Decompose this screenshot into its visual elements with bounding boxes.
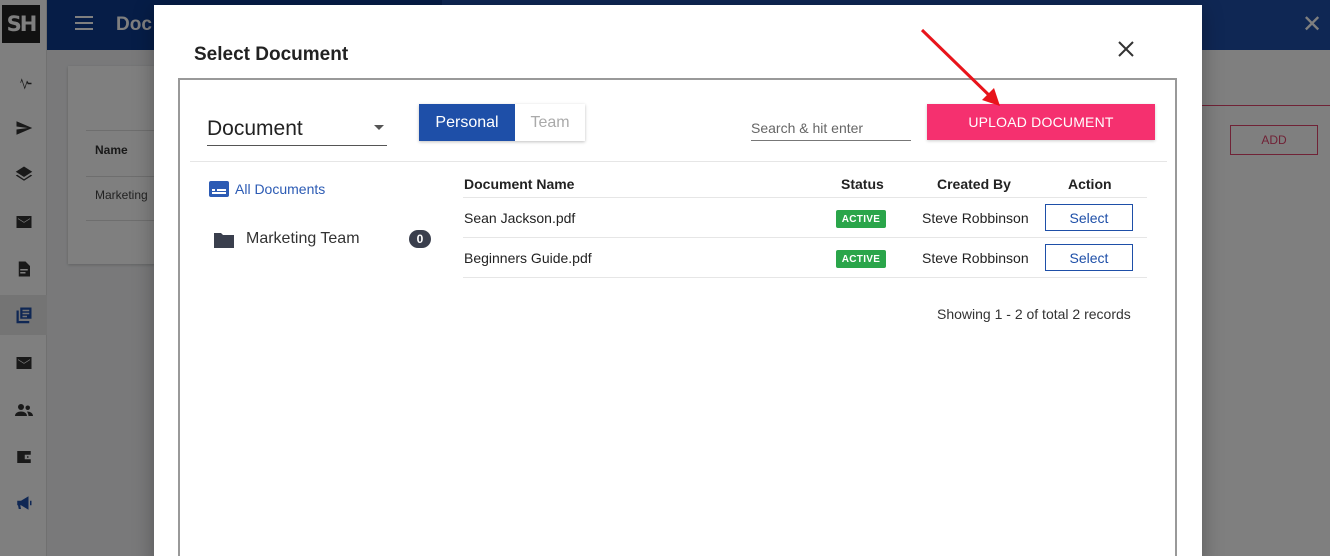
modal-content: Document Personal Team UPLOAD DOCUMENT A… (178, 78, 1177, 556)
document-type-select[interactable]: Document (207, 110, 387, 146)
created-by: Steve Robbinson (922, 250, 1029, 266)
status-badge: ACTIVE (836, 250, 886, 268)
document-name: Beginners Guide.pdf (464, 250, 592, 266)
records-count: Showing 1 - 2 of total 2 records (937, 306, 1131, 322)
folder-all-documents-label: All Documents (235, 181, 326, 197)
search-input[interactable] (751, 116, 911, 141)
created-by: Steve Robbinson (922, 210, 1029, 226)
folder-count-badge: 0 (409, 230, 431, 248)
column-header-document-name: Document Name (464, 176, 575, 192)
select-document-button[interactable]: Select (1045, 204, 1133, 231)
divider (463, 277, 1147, 278)
folder-icon (214, 233, 234, 248)
column-header-status: Status (841, 176, 884, 192)
select-document-modal: Select Document Document Personal Team U… (154, 5, 1202, 556)
column-header-created-by: Created By (937, 176, 1011, 192)
close-icon[interactable] (1115, 38, 1137, 60)
annotation-arrow-icon (920, 28, 1000, 106)
modal-title: Select Document (194, 44, 349, 65)
column-header-action: Action (1068, 176, 1112, 192)
folder-marketing-team[interactable]: Marketing Team 0 (214, 230, 432, 252)
personal-toggle-button[interactable]: Personal (419, 104, 515, 141)
team-toggle-button[interactable]: Team (515, 104, 585, 141)
caret-down-icon (374, 125, 384, 130)
folder-all-documents[interactable]: All Documents (209, 181, 325, 197)
select-document-button[interactable]: Select (1045, 244, 1133, 271)
document-name: Sean Jackson.pdf (464, 210, 576, 226)
divider (463, 237, 1147, 238)
scope-toggle: Personal Team (419, 104, 585, 141)
status-badge: ACTIVE (836, 210, 886, 228)
document-type-value: Document (207, 117, 303, 140)
divider (463, 197, 1147, 198)
all-documents-icon (209, 181, 229, 197)
divider (190, 161, 1167, 162)
folder-label: Marketing Team (246, 230, 360, 247)
